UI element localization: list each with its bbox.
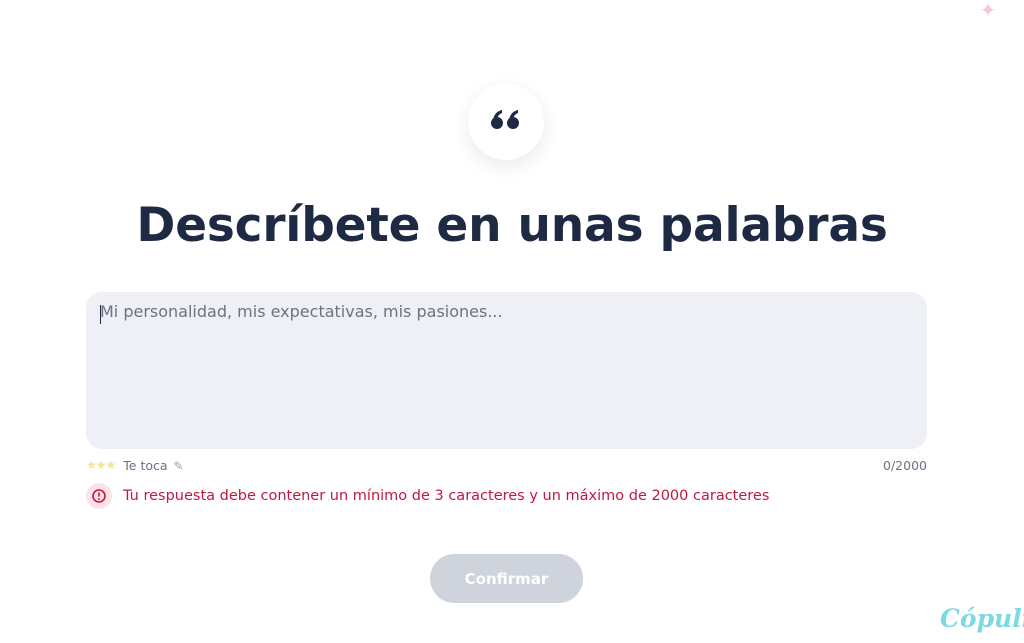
alert-circle-icon	[86, 483, 112, 509]
answer-field[interactable]	[86, 292, 927, 449]
sparkle-icon: ✦	[979, 0, 997, 22]
hint-text: Te toca	[123, 457, 168, 473]
pencil-icon: ✎	[173, 458, 184, 473]
validation-error: Tu respuesta debe contener un mínimo de …	[86, 483, 927, 509]
page-title: Descríbete en unas palabras	[136, 198, 888, 253]
error-message: Tu respuesta debe contener un mínimo de …	[123, 488, 770, 504]
page: ✦ Descríbete en unas palabras ★ ★ ★	[0, 0, 1024, 643]
stars-group: ★ ★ ★	[86, 458, 117, 472]
star-icon: ★	[86, 458, 97, 472]
text-cursor	[100, 305, 101, 324]
star-icon: ★	[95, 458, 107, 472]
confirm-button[interactable]: Confirmar	[430, 554, 583, 603]
brand-logo: Cópuli	[940, 604, 1024, 633]
char-counter: 0/2000	[883, 457, 927, 473]
quote-icon	[490, 109, 522, 135]
answer-meta: ★ ★ ★ Te toca ✎ 0/2000	[86, 456, 927, 474]
answer-textarea[interactable]	[86, 292, 927, 449]
hint: ★ ★ ★ Te toca ✎	[86, 458, 184, 473]
star-icon: ★	[105, 458, 117, 472]
quote-badge	[468, 84, 544, 160]
